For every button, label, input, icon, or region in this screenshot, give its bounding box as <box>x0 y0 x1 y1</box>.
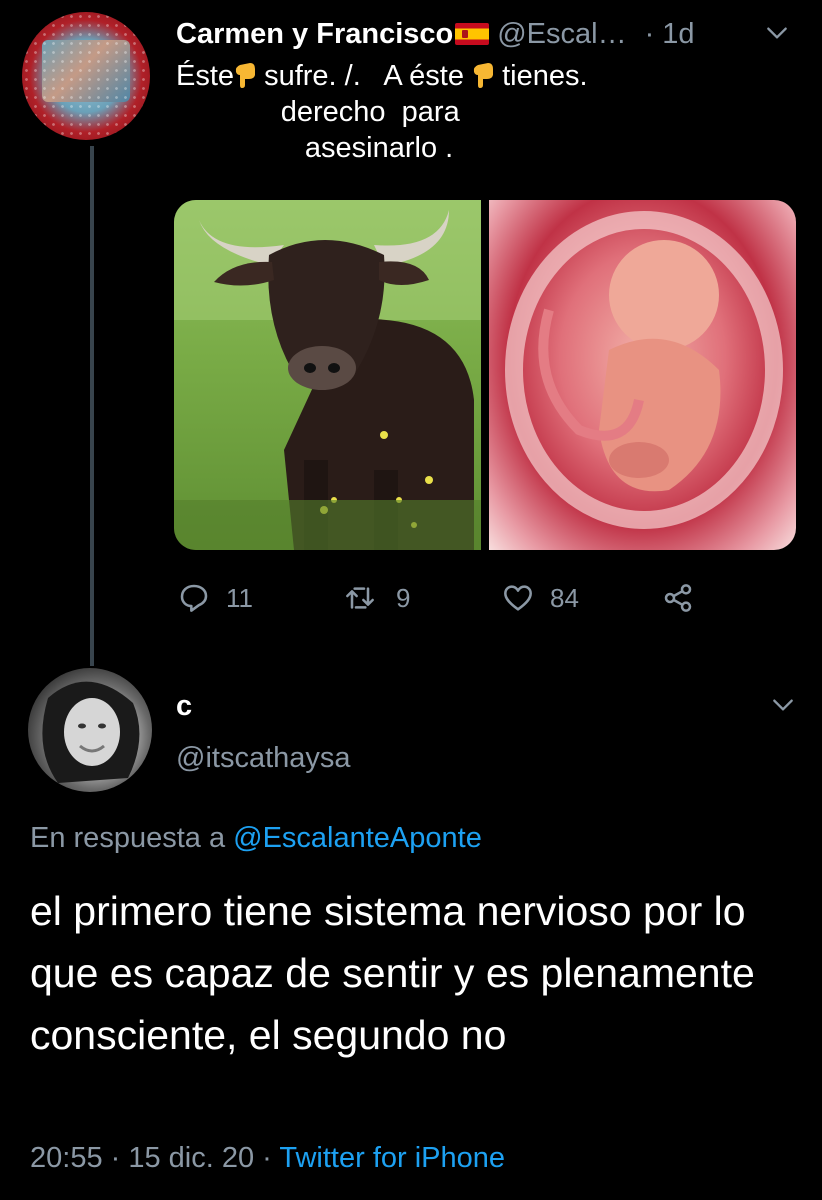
avatar-itscathaysa[interactable] <box>28 668 152 792</box>
share-button[interactable] <box>662 578 710 618</box>
reply-button[interactable]: 11 <box>178 578 253 618</box>
thread-line <box>90 146 94 666</box>
in-reply-prefix: En respuesta a <box>30 822 226 854</box>
text-segment: tienes. <box>494 60 588 92</box>
reply-handle[interactable]: @itscathaysa <box>176 742 351 775</box>
in-reply-handle-link[interactable]: @EscalanteAponte <box>233 822 482 854</box>
fetus-illustration <box>505 211 783 529</box>
reply-tweet-text: el primero tiene sistema nervioso por lo… <box>30 888 755 1058</box>
in-reply-to: En respuesta a @EscalanteAponte <box>30 822 482 855</box>
tweet-source-link[interactable]: Twitter for iPhone <box>279 1142 505 1174</box>
like-icon <box>504 585 532 611</box>
text-segment: asesinarlo . <box>176 132 454 164</box>
parent-tweet-text: Éste sufre. /. A éste tienes. derecho pa… <box>176 58 736 166</box>
reply-display-name[interactable]: c <box>176 690 192 723</box>
parent-display-name[interactable]: Carmen y Francisco <box>176 18 453 51</box>
reply-icon <box>180 584 208 612</box>
chevron-down-icon[interactable] <box>770 692 796 718</box>
tweet-media[interactable] <box>174 200 796 550</box>
bull-illustration <box>174 200 481 550</box>
retweet-count: 9 <box>396 582 411 613</box>
text-segment: derecho para <box>176 96 460 128</box>
parent-time[interactable]: · 1d <box>645 18 695 51</box>
retweet-button[interactable]: 9 <box>340 578 410 618</box>
text-segment: Éste <box>176 60 235 92</box>
text-segment: sufre. /. A éste <box>256 60 473 92</box>
tweet-meta: 20:55 · 15 dic. 20 · Twitter for iPhone <box>30 1142 505 1175</box>
pointing-down-icon <box>235 63 256 88</box>
pointing-down-icon <box>473 63 494 88</box>
parent-tweet-header: Carmen y Francisco @Escal… · 1d <box>176 14 796 54</box>
tweet-actions: 11 9 84 <box>176 578 736 622</box>
tweet-timestamp[interactable]: 20:55 · 15 dic. 20 · <box>30 1142 272 1174</box>
bull-photo[interactable] <box>174 200 481 550</box>
chevron-down-icon[interactable] <box>764 20 790 46</box>
reply-count: 11 <box>226 582 253 613</box>
share-icon <box>664 584 692 612</box>
retweet-icon <box>346 587 374 609</box>
like-button[interactable]: 84 <box>502 578 579 618</box>
avatar-decoration <box>22 12 150 140</box>
fetus-photo[interactable] <box>489 200 796 550</box>
avatar-photo <box>42 681 140 783</box>
spain-flag-icon <box>455 23 490 45</box>
like-count: 84 <box>550 582 579 613</box>
parent-handle[interactable]: @Escal… <box>497 18 626 51</box>
avatar-carmen-y-francisco[interactable] <box>22 12 150 140</box>
